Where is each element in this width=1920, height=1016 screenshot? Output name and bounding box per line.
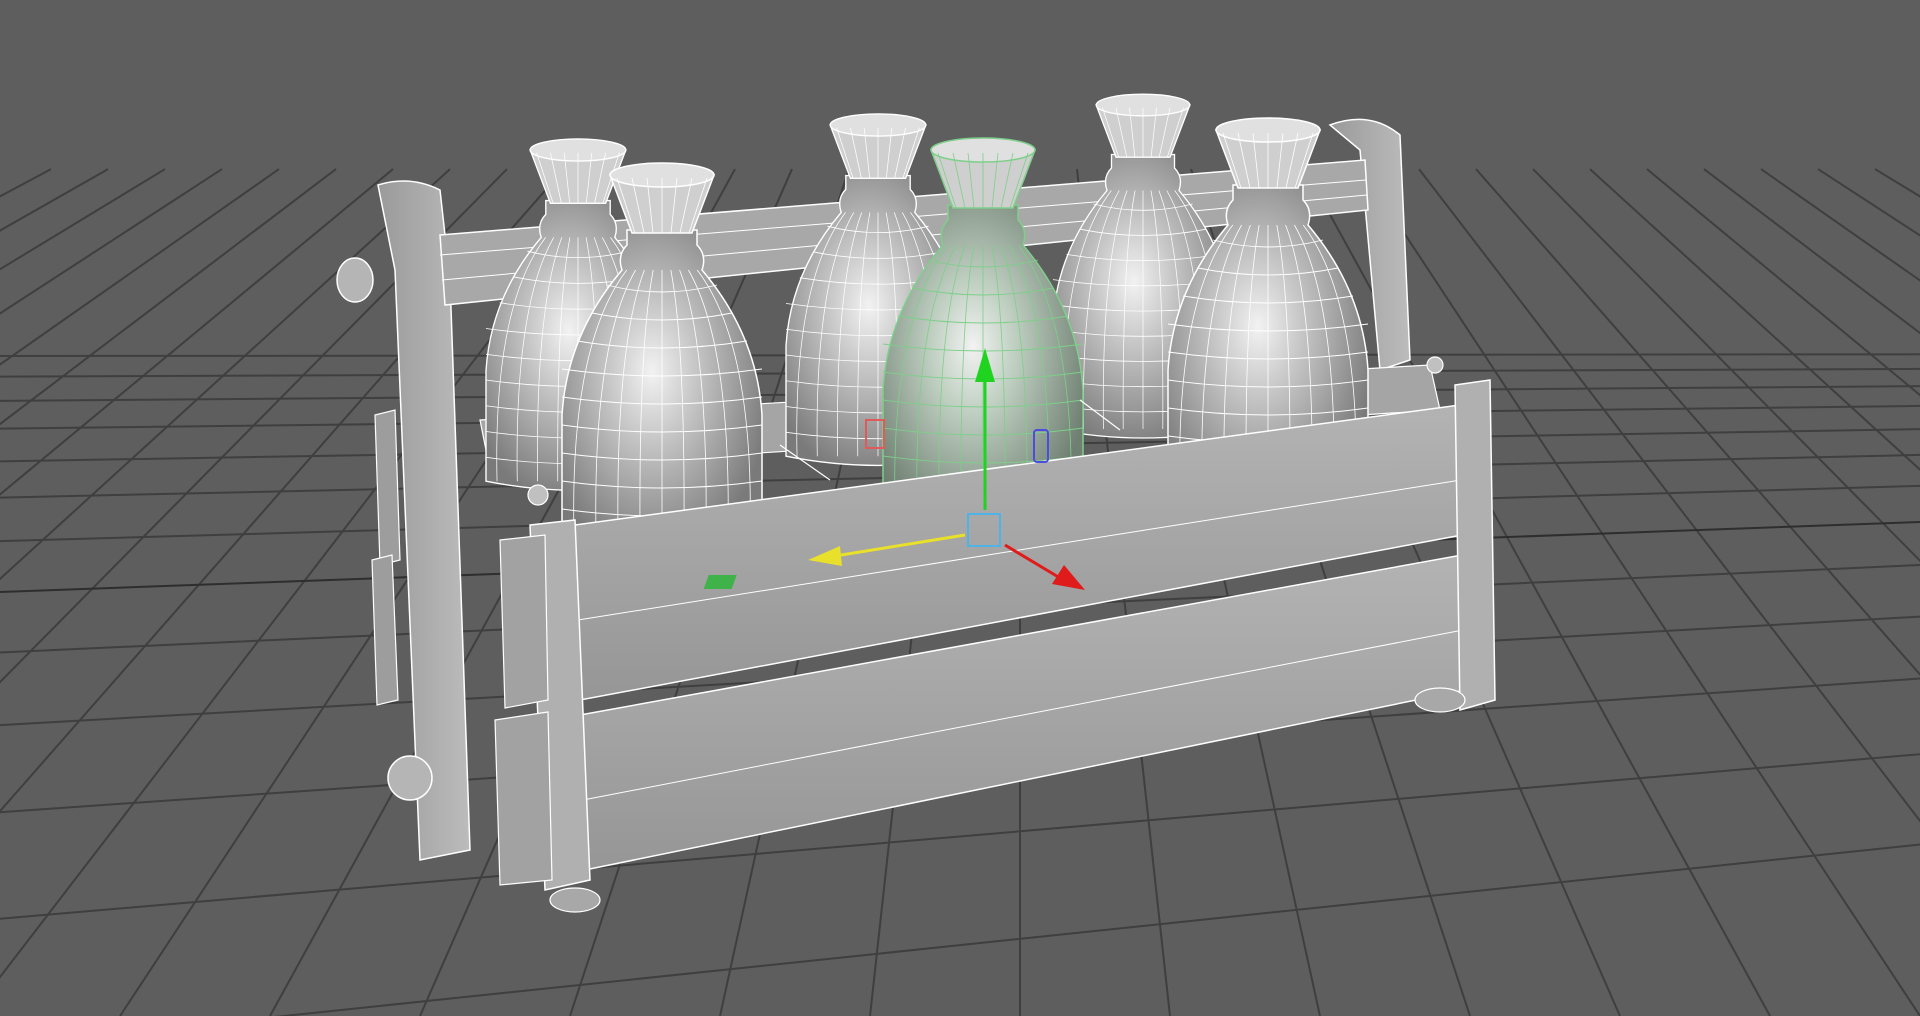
grid-line — [1475, 168, 1920, 677]
grid-line — [274, 843, 1920, 1016]
grid-line — [0, 168, 280, 366]
handle-knob-left — [336, 257, 374, 303]
bolt-left — [527, 484, 549, 506]
scene-canvas[interactable] — [0, 0, 1920, 1016]
grid-line — [1703, 168, 1920, 335]
foot-front-left — [549, 887, 601, 913]
foot-front-right — [1414, 687, 1466, 713]
grid-line — [1817, 168, 1920, 237]
front-right-post — [1454, 379, 1496, 711]
grid-line — [0, 168, 223, 315]
grid-line — [0, 168, 166, 271]
3d-viewport[interactable] — [0, 0, 1920, 1016]
left-side-panel-a — [374, 409, 401, 566]
front-left-block-lower — [494, 711, 553, 886]
grid-line — [1760, 168, 1920, 282]
grid-line — [0, 168, 109, 232]
bolt-right — [1426, 356, 1444, 374]
grid-line — [1646, 168, 1920, 397]
gizmo-xy-plane-handle — [703, 575, 737, 589]
handle-knob-bottom — [387, 755, 433, 801]
grid-line — [1532, 168, 1920, 563]
front-left-block-upper — [499, 534, 549, 709]
grid-line — [1874, 168, 1920, 198]
grid-line — [0, 168, 337, 426]
grid-line — [0, 168, 394, 496]
